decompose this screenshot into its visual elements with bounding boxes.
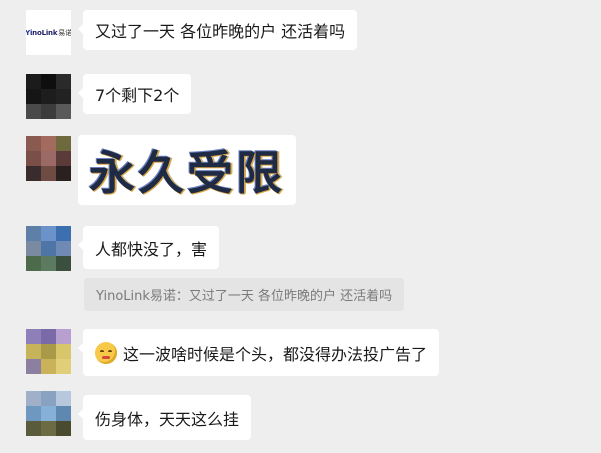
message-bubble[interactable]: 这一波啥时候是个头，都没得办法投广告了: [77, 329, 440, 376]
avatar-pixel: [26, 89, 41, 104]
avatar-pixel: [56, 104, 71, 119]
avatar-pixel: [41, 241, 56, 256]
avatar-pixel: [56, 256, 71, 271]
avatar[interactable]: [26, 391, 71, 436]
avatar-pixel: [56, 241, 71, 256]
pleading-face-emoji-icon: [95, 341, 117, 364]
avatar-pixel: [56, 329, 71, 344]
avatar-pixel: [56, 421, 71, 436]
message-text: 这一波啥时候是个头，都没得办法投广告了: [123, 344, 428, 364]
message-bubble[interactable]: 又过了一天 各位昨晚的户 还活着吗: [77, 10, 358, 50]
avatar-pixel: [56, 136, 71, 151]
yinolink-logo: YinoLink易诺: [26, 28, 71, 37]
avatar-pixel: [26, 421, 41, 436]
avatar[interactable]: [26, 136, 71, 181]
avatar[interactable]: [26, 74, 71, 119]
avatar-pixel: [26, 344, 41, 359]
avatar-pixel: [56, 74, 71, 89]
avatar-pixel: [41, 421, 56, 436]
avatar-pixel: [26, 104, 41, 119]
avatar-pixel: [26, 256, 41, 271]
avatar-pixel: [56, 226, 71, 241]
avatar-pixel: [41, 104, 56, 119]
avatar-pixel: [26, 226, 41, 241]
avatar-pixel: [41, 391, 56, 406]
avatar-pixel: [41, 406, 56, 421]
avatar[interactable]: [26, 329, 71, 374]
avatar-pixel: [26, 151, 41, 166]
avatar-pixel: [41, 74, 56, 89]
message-text: 伤身体，天天这么挂: [95, 409, 240, 429]
quoted-message[interactable]: YinoLink易诺：又过了一天 各位昨晚的户 还活着吗: [84, 278, 405, 311]
avatar[interactable]: [26, 226, 71, 271]
avatar-pixel: [26, 74, 41, 89]
avatar-pixel: [41, 344, 56, 359]
avatar-pixel: [41, 359, 56, 374]
avatar-pixel: [56, 359, 71, 374]
message-bubble[interactable]: 人都快没了，害: [77, 226, 220, 269]
avatar-pixel: [56, 166, 71, 181]
avatar-pixel: [41, 256, 56, 271]
avatar-pixel: [41, 151, 56, 166]
avatar-pixel: [26, 406, 41, 421]
avatar-pixel: [41, 166, 56, 181]
avatar-pixel: [41, 136, 56, 151]
avatar-pixel: [26, 166, 41, 181]
avatar-pixel: [56, 391, 71, 406]
message-text: 7个剩下2个: [95, 86, 180, 105]
sticker-text: 永久受限: [89, 146, 285, 200]
message-bubble[interactable]: 伤身体，天天这么挂: [77, 395, 252, 440]
sticker-image[interactable]: 永久受限: [78, 135, 296, 205]
avatar-pixel: [41, 89, 56, 104]
avatar-pixel: [26, 391, 41, 406]
avatar-pixel: [41, 226, 56, 241]
avatar-pixel: [26, 241, 41, 256]
message-bubble[interactable]: 7个剩下2个: [77, 74, 192, 114]
avatar-pixel: [56, 151, 71, 166]
message-text: 人都快没了，害: [95, 239, 208, 259]
quoted-message-text: YinoLink易诺：又过了一天 各位昨晚的户 还活着吗: [96, 289, 393, 304]
avatar-pixel: [26, 136, 41, 151]
avatar-pixel: [56, 89, 71, 104]
message-text: 又过了一天 各位昨晚的户 还活着吗: [95, 22, 346, 41]
avatar-pixel: [56, 406, 71, 421]
avatar-pixel: [56, 344, 71, 359]
avatar-pixel: [26, 359, 41, 374]
avatar-pixel: [26, 329, 41, 344]
avatar-yinolink[interactable]: YinoLink易诺: [26, 10, 71, 55]
avatar-pixel: [41, 329, 56, 344]
